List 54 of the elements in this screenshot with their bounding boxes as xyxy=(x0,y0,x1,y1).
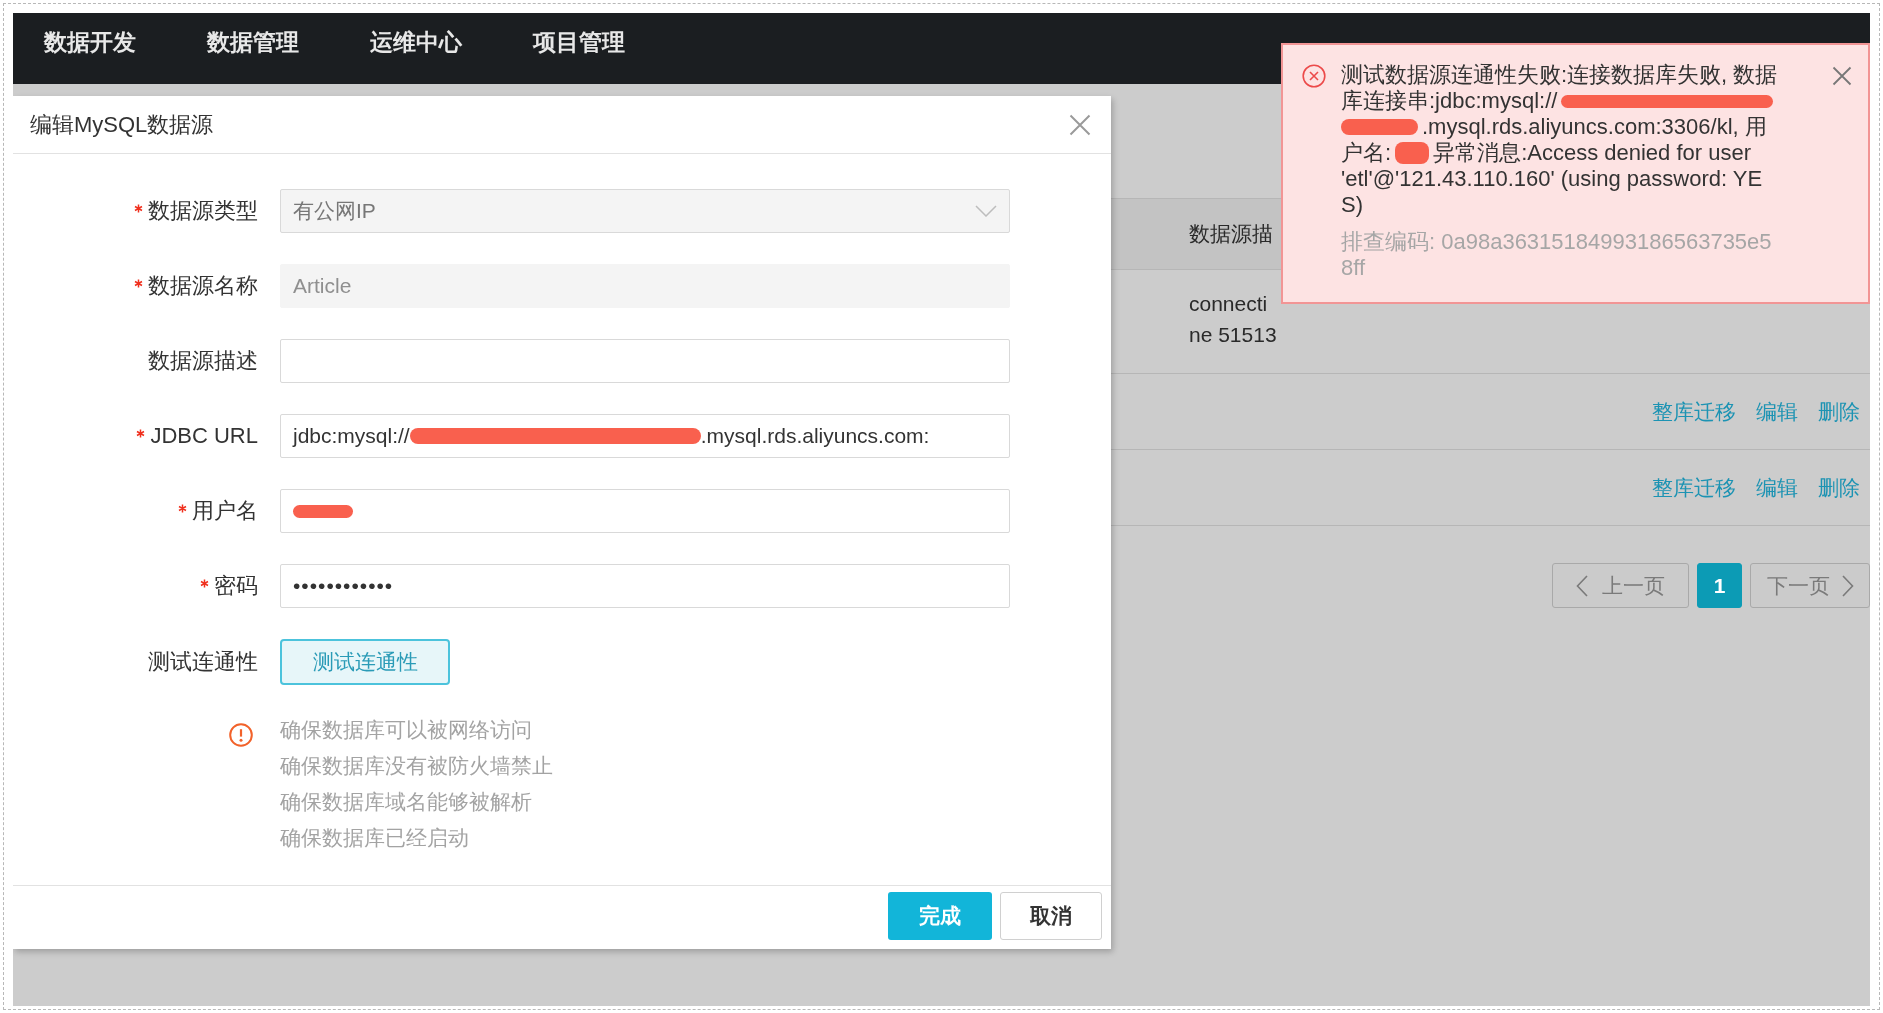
page-number-button[interactable]: 1 xyxy=(1697,563,1742,608)
input-field[interactable] xyxy=(280,489,1010,533)
chevron-down-icon xyxy=(975,205,997,217)
nav-menu-item[interactable]: 运维中心 xyxy=(370,27,462,58)
field-label: 用户名 xyxy=(192,497,258,525)
field-label: 密码 xyxy=(214,572,258,600)
close-button[interactable] xyxy=(1832,66,1852,86)
description-text: ne 51513 xyxy=(1189,322,1277,348)
close-icon xyxy=(1832,66,1852,86)
close-button[interactable] xyxy=(1069,113,1091,136)
error-message-text: 'etl'@'121.43.110.160' (using password: YE xyxy=(1341,166,1763,192)
error-message-text: 库连接串:jdbc:mysql:// xyxy=(1341,88,1558,114)
action-link[interactable]: 整库迁移 xyxy=(1652,397,1736,426)
redaction-mark xyxy=(1395,142,1430,164)
error-message-text: 异常消息:Access denied for user xyxy=(1433,140,1752,166)
nav-menu-item[interactable]: 数据开发 xyxy=(44,27,136,58)
action-link[interactable]: 删除 xyxy=(1818,397,1860,426)
error-message-text: 测试数据源连通性失败:连接数据库失败, 数据 xyxy=(1341,62,1778,88)
action-link[interactable]: 编辑 xyxy=(1756,397,1798,426)
close-icon xyxy=(1069,113,1091,136)
action-link[interactable]: 整库迁移 xyxy=(1652,473,1736,502)
nav-menu-item[interactable]: 项目管理 xyxy=(533,27,625,58)
field-label: JDBC URL xyxy=(150,423,258,449)
input-field[interactable]: jdbc:mysql:// .mysql.rds.aliyuncs.com: xyxy=(280,414,1010,458)
column-header: 数据源描 xyxy=(1189,221,1273,247)
error-message-text: S) xyxy=(1341,192,1363,218)
next-page-button[interactable]: 下一页 xyxy=(1750,563,1870,608)
field-label: 测试连通性 xyxy=(148,648,258,676)
action-link[interactable]: 编辑 xyxy=(1756,473,1798,502)
field-label: 数据源描述 xyxy=(148,347,258,375)
tip-text: 确保数据库没有被防火墙禁止 xyxy=(280,753,553,779)
chevron-left-icon xyxy=(1576,574,1588,597)
action-link[interactable]: 删除 xyxy=(1818,473,1860,502)
tip-text: 确保数据库已经启动 xyxy=(280,825,469,851)
test-connection-button[interactable]: 测试连通性 xyxy=(280,639,450,685)
error-icon xyxy=(1302,64,1326,88)
error-message-text: 户名: xyxy=(1341,140,1392,166)
done-button[interactable]: 完成 xyxy=(888,892,992,940)
password-field[interactable]: •••••••••••• xyxy=(280,564,1010,608)
redaction-mark xyxy=(293,504,353,518)
field-label: 数据源类型 xyxy=(148,197,258,225)
exclamation-icon xyxy=(229,723,253,747)
description-text: connecti xyxy=(1189,291,1268,317)
chevron-right-icon xyxy=(1841,574,1854,597)
tip-text: 确保数据库域名能够被解析 xyxy=(280,789,532,815)
error-message-text: .mysql.rds.aliyuncs.com:3306/kl, 用 xyxy=(1422,114,1767,140)
tip-text: 确保数据库可以被网络访问 xyxy=(280,717,532,743)
field-label: 数据源名称 xyxy=(148,272,258,300)
cancel-button[interactable]: 取消 xyxy=(1000,892,1102,940)
previous-page-button[interactable]: 上一页 xyxy=(1552,563,1689,608)
dialog-title: 编辑MySQL数据源 xyxy=(30,110,214,139)
nav-menu-item[interactable]: 数据管理 xyxy=(207,27,299,58)
input-field[interactable] xyxy=(280,339,1010,383)
trace-code-text: 排查编码: 0a98a36315184993186563735e58ff xyxy=(1341,229,1773,281)
